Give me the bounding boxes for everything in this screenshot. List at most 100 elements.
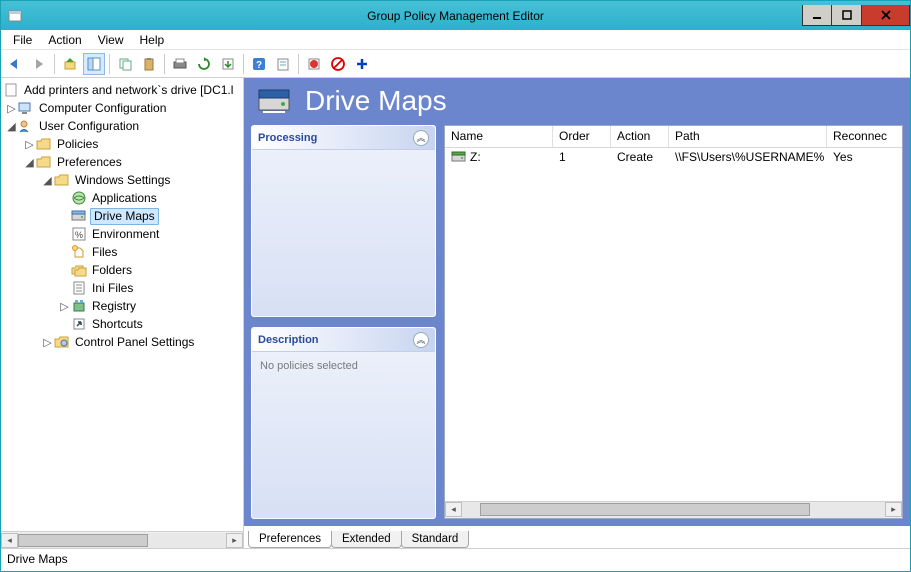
- maximize-button[interactable]: [832, 5, 862, 26]
- menu-help[interactable]: Help: [132, 31, 173, 49]
- show-hide-tree-button[interactable]: [83, 53, 105, 75]
- tree-view[interactable]: Add printers and network`s drive [DC1.l …: [1, 78, 243, 531]
- list-header: Name Order Action Path Reconnec: [445, 126, 902, 148]
- tab-extended[interactable]: Extended: [331, 531, 402, 548]
- expand-icon[interactable]: ▷: [41, 336, 54, 349]
- statusbar: Drive Maps: [1, 549, 910, 571]
- scroll-left-button[interactable]: ◂: [1, 533, 18, 548]
- scroll-right-button[interactable]: ▸: [226, 533, 243, 548]
- expand-icon[interactable]: ▷: [23, 138, 36, 151]
- row-path: \\FS\Users\%USERNAME%: [669, 150, 827, 164]
- minimize-button[interactable]: [802, 5, 832, 26]
- folder-icon: [36, 154, 52, 170]
- folder-icon: [36, 136, 52, 152]
- control-panel-icon: [54, 334, 70, 350]
- drive-icon: [451, 151, 467, 163]
- details-pane: Drive Maps Processing ︽: [244, 78, 910, 548]
- tree-root[interactable]: Add printers and network`s drive [DC1.l: [1, 81, 243, 99]
- description-panel: Description ︽ No policies selected: [251, 327, 436, 519]
- expand-icon[interactable]: ▷: [5, 102, 18, 115]
- description-panel-body: No policies selected: [252, 352, 435, 380]
- col-name[interactable]: Name: [445, 126, 553, 147]
- menu-action[interactable]: Action: [40, 31, 89, 49]
- toolbar-separator: [243, 54, 244, 74]
- col-order[interactable]: Order: [553, 126, 611, 147]
- tree-ini-files[interactable]: Ini Files: [1, 279, 243, 297]
- folder-icon: [54, 172, 70, 188]
- window-buttons: [802, 5, 910, 26]
- scroll-left-button[interactable]: ◂: [445, 502, 462, 517]
- tree-policies[interactable]: ▷ Policies: [1, 135, 243, 153]
- view-tabs: Preferences Extended Standard: [244, 526, 910, 548]
- stop-processing-button[interactable]: [303, 53, 325, 75]
- help-button[interactable]: ?: [248, 53, 270, 75]
- col-path[interactable]: Path: [669, 126, 827, 147]
- tree-files[interactable]: Files: [1, 243, 243, 261]
- toolbar-separator: [54, 54, 55, 74]
- forward-button[interactable]: [28, 53, 50, 75]
- properties-button[interactable]: [272, 53, 294, 75]
- expand-icon[interactable]: ▷: [58, 300, 71, 313]
- tree-shortcuts[interactable]: Shortcuts: [1, 315, 243, 333]
- scroll-track[interactable]: [462, 502, 885, 518]
- scroll-right-button[interactable]: ▸: [885, 502, 902, 517]
- drive-maps-list: Name Order Action Path Reconnec Z:: [444, 125, 903, 519]
- tree-applications[interactable]: Applications: [1, 189, 243, 207]
- tree-windows-settings[interactable]: ◢ Windows Settings: [1, 171, 243, 189]
- processing-panel: Processing ︽: [251, 125, 436, 317]
- description-title: Description: [258, 334, 319, 346]
- row-action: Create: [611, 150, 669, 164]
- preview-header: Drive Maps: [251, 85, 903, 117]
- list-horizontal-scrollbar[interactable]: ◂ ▸: [445, 501, 902, 518]
- scroll-thumb[interactable]: [480, 503, 810, 516]
- back-button[interactable]: [4, 53, 26, 75]
- tree-control-panel[interactable]: ▷ Control Panel Settings: [1, 333, 243, 351]
- paste-button[interactable]: [138, 53, 160, 75]
- collapse-icon[interactable]: ◢: [41, 174, 54, 187]
- tree-drive-maps[interactable]: Drive Maps: [1, 207, 243, 225]
- svg-text:%: %: [75, 230, 83, 240]
- titlebar[interactable]: Group Policy Management Editor: [1, 1, 910, 30]
- col-action[interactable]: Action: [611, 126, 669, 147]
- tree-computer-config[interactable]: ▷ Computer Configuration: [1, 99, 243, 117]
- copy-button[interactable]: [114, 53, 136, 75]
- up-button[interactable]: [59, 53, 81, 75]
- tree-pane: Add printers and network`s drive [DC1.l …: [1, 78, 244, 548]
- preview-area: Drive Maps Processing ︽: [244, 78, 910, 526]
- tree-environment[interactable]: % Environment: [1, 225, 243, 243]
- collapse-icon[interactable]: ◢: [5, 120, 18, 133]
- refresh-button[interactable]: [193, 53, 215, 75]
- close-button[interactable]: [862, 5, 910, 26]
- list-row[interactable]: Z: 1 Create \\FS\Users\%USERNAME% Yes: [445, 148, 902, 166]
- tree-preferences[interactable]: ◢ Preferences: [1, 153, 243, 171]
- computer-icon: [18, 100, 34, 116]
- row-reconnect: Yes: [827, 150, 902, 164]
- processing-panel-head[interactable]: Processing ︽: [252, 126, 435, 150]
- print-button[interactable]: [169, 53, 191, 75]
- collapse-icon[interactable]: ︽: [413, 130, 429, 146]
- svg-text:?: ?: [256, 60, 262, 71]
- scroll-track[interactable]: [18, 533, 226, 548]
- export-button[interactable]: [217, 53, 239, 75]
- files-icon: [71, 244, 87, 260]
- list-rows[interactable]: Z: 1 Create \\FS\Users\%USERNAME% Yes: [445, 148, 902, 501]
- tree-horizontal-scrollbar[interactable]: ◂ ▸: [1, 531, 243, 548]
- menu-view[interactable]: View: [90, 31, 132, 49]
- menu-file[interactable]: File: [5, 31, 40, 49]
- collapse-icon[interactable]: ︽: [413, 332, 429, 348]
- drive-icon: [71, 208, 87, 224]
- description-panel-head[interactable]: Description ︽: [252, 328, 435, 352]
- tree-user-config[interactable]: ◢ User Configuration: [1, 117, 243, 135]
- add-button[interactable]: [351, 53, 373, 75]
- user-icon: [18, 118, 34, 134]
- collapse-icon[interactable]: ◢: [23, 156, 36, 169]
- tree-folders[interactable]: Folders: [1, 261, 243, 279]
- content-area: Add printers and network`s drive [DC1.l …: [1, 78, 910, 549]
- toolbar: ?: [1, 50, 910, 78]
- scroll-thumb[interactable]: [18, 534, 148, 547]
- tree-registry[interactable]: ▷ Registry: [1, 297, 243, 315]
- tab-standard[interactable]: Standard: [401, 531, 470, 548]
- tab-preferences[interactable]: Preferences: [248, 531, 332, 548]
- col-reconnect[interactable]: Reconnec: [827, 126, 902, 147]
- disable-button[interactable]: [327, 53, 349, 75]
